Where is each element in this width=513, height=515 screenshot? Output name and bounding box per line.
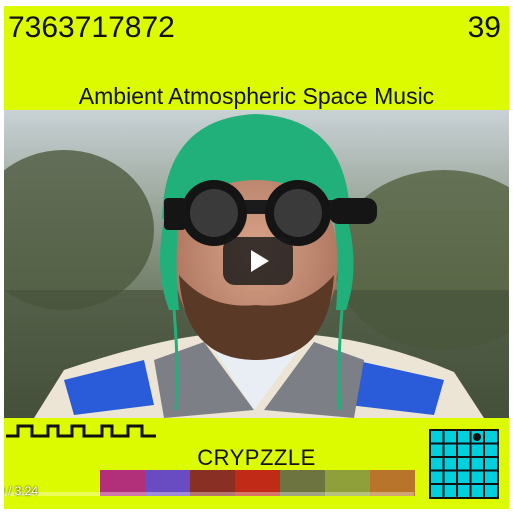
app-frame: 7363717872 39 Ambient Atmospheric Space …: [4, 6, 509, 509]
play-icon: [251, 250, 269, 272]
play-button[interactable]: [223, 237, 293, 285]
video-title[interactable]: Ambient Atmospheric Space Music: [4, 82, 509, 110]
count-number: 39: [467, 11, 501, 44]
wave-icon: [6, 424, 156, 438]
code-number: 7363717872: [8, 11, 175, 44]
grid-icon[interactable]: [429, 429, 499, 499]
video-thumbnail[interactable]: [4, 110, 509, 418]
progress-bar[interactable]: [4, 492, 414, 496]
time-display: 0 / 3:24: [4, 484, 39, 498]
